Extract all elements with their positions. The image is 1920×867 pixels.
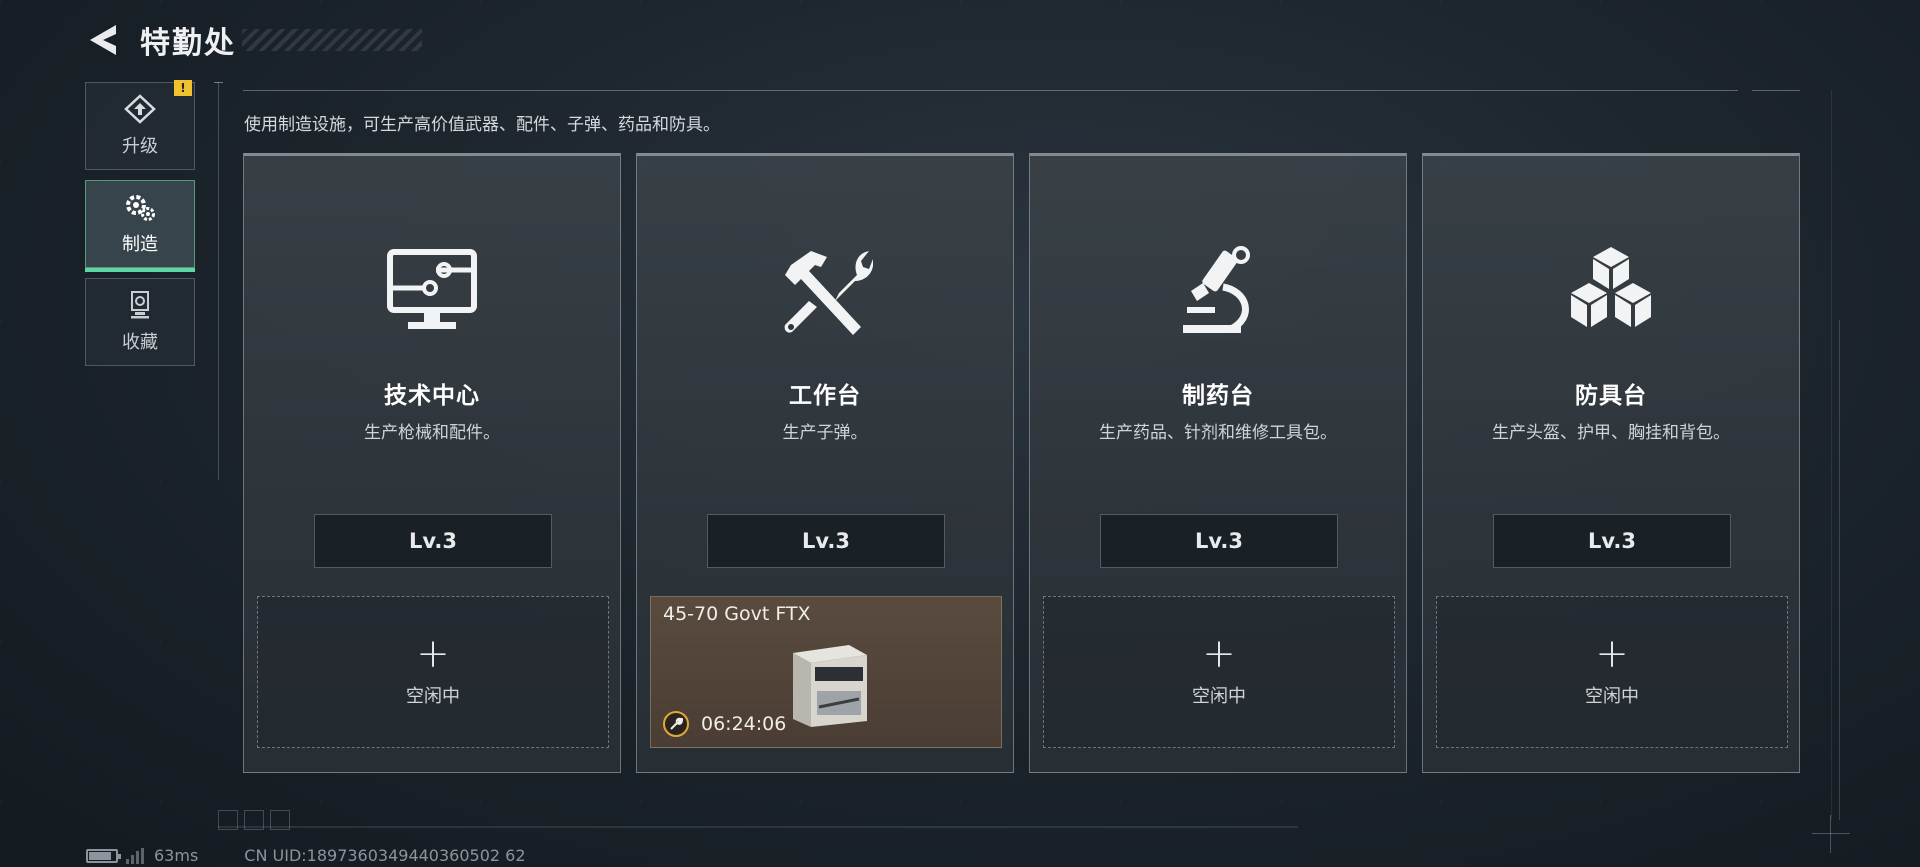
level-button[interactable]: Lv.3 (314, 514, 552, 568)
ping-text: 63ms (154, 846, 199, 865)
facility-card-workbench[interactable]: 工作台 生产子弹。 Lv.3 45-70 Govt FTX 06:24:06 (636, 153, 1014, 773)
ammo-box-icon (787, 635, 871, 735)
facility-description: 生产药品、针剂和维修工具包。 (1099, 423, 1337, 443)
right-decoration-tick (1839, 320, 1840, 820)
alert-badge: ! (174, 80, 192, 96)
back-button[interactable] (86, 22, 120, 58)
footer-divider (218, 826, 1298, 828)
level-button[interactable]: Lv.3 (707, 514, 945, 568)
gears-icon (126, 195, 155, 221)
level-button[interactable]: Lv.3 (1100, 514, 1338, 568)
slot-status: 空闲中 (1585, 686, 1639, 707)
add-icon: + (1202, 631, 1236, 677)
monitor-icon (382, 241, 482, 341)
production-item-name: 45-70 Govt FTX (663, 603, 811, 625)
production-slot-empty[interactable]: + 空闲中 (1043, 596, 1395, 748)
trophy-icon (131, 291, 149, 319)
top-divider (243, 90, 1738, 91)
status-bar: 63ms CN UID:1897360349440360502 62 (86, 846, 526, 865)
title-decoration (242, 29, 422, 51)
sidebar-item-label: 升级 (122, 136, 158, 157)
timer-text: 06:24:06 (701, 713, 787, 735)
facility-card-tech-center[interactable]: 技术中心 生产枪械和配件。 Lv.3 + 空闲中 (243, 153, 621, 773)
hammer-wrench-icon (775, 241, 875, 341)
top-divider-right (1752, 90, 1800, 91)
right-decoration-line (1831, 90, 1832, 820)
production-timer: 06:24:06 (663, 711, 786, 737)
wrench-timer-icon (663, 711, 689, 737)
slot-status: 空闲中 (406, 686, 460, 707)
sidebar: ! 升级 制造 收藏 (85, 80, 195, 376)
facility-name: 技术中心 (384, 383, 480, 409)
level-button[interactable]: Lv.3 (1493, 514, 1731, 568)
back-arrow-icon (90, 25, 116, 55)
production-slot-active[interactable]: 45-70 Govt FTX 06:24:06 (650, 596, 1002, 748)
sidebar-item-upgrade[interactable]: ! 升级 (85, 80, 195, 170)
sidebar-divider (218, 82, 219, 480)
sidebar-item-label: 制造 (122, 234, 158, 255)
facility-name: 防具台 (1575, 383, 1647, 409)
production-slot-empty[interactable]: + 空闲中 (257, 596, 609, 748)
facility-card-pharmacy[interactable]: 制药台 生产药品、针剂和维修工具包。 Lv.3 + 空闲中 (1029, 153, 1407, 773)
add-icon: + (416, 631, 450, 677)
facility-name: 工作台 (789, 383, 861, 409)
production-slot-empty[interactable]: + 空闲中 (1436, 596, 1788, 748)
upgrade-icon (124, 94, 156, 124)
facility-card-armor-bench[interactable]: 防具台 生产头盔、护甲、胸挂和背包。 Lv.3 + 空闲中 (1422, 153, 1800, 773)
facility-cards: 技术中心 生产枪械和配件。 Lv.3 + 空闲中 工作台 生产子弹。 Lv.3 … (243, 153, 1800, 773)
slot-status: 空闲中 (1192, 686, 1246, 707)
facility-name: 制药台 (1182, 383, 1254, 409)
add-icon: + (1595, 631, 1629, 677)
signal-icon (126, 847, 144, 864)
facility-description: 生产枪械和配件。 (364, 423, 500, 443)
facility-description: 生产子弹。 (782, 423, 868, 443)
battery-icon (86, 848, 121, 863)
facility-description: 生产头盔、护甲、胸挂和背包。 (1492, 423, 1730, 443)
cubes-icon (1561, 241, 1661, 341)
sidebar-item-label: 收藏 (122, 332, 158, 353)
page-title: 特勤处 (140, 26, 236, 61)
sidebar-item-collection[interactable]: 收藏 (85, 278, 195, 366)
page-description: 使用制造设施，可生产高价值武器、配件、子弹、药品和防具。 (244, 115, 720, 135)
microscope-icon (1168, 241, 1268, 341)
uid-text: CN UID:1897360349440360502 62 (244, 846, 526, 865)
crosshair-decoration (1812, 815, 1850, 853)
sidebar-item-craft[interactable]: 制造 (85, 180, 195, 272)
header: 特勤处 (86, 18, 422, 62)
